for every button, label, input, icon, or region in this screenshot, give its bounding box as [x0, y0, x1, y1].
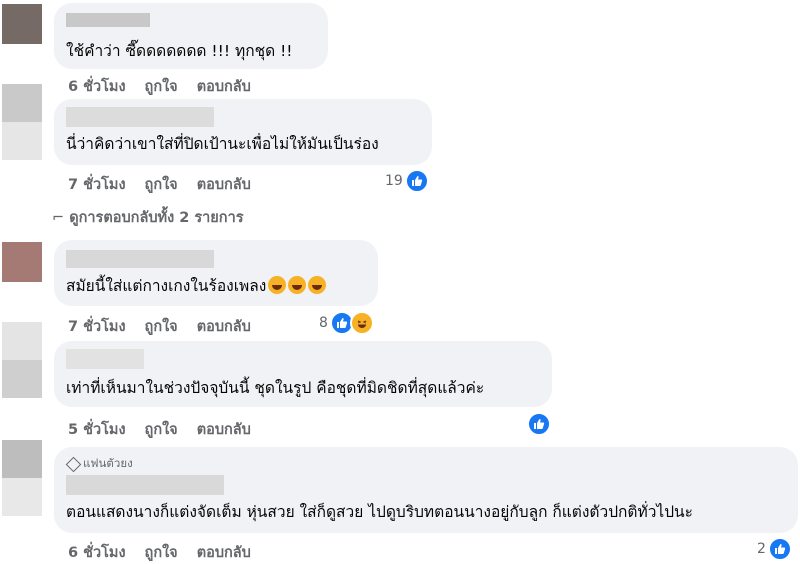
comment-actions: 7 ชั่วโมง ถูกใจ ตอบกลับ [68, 315, 251, 338]
avatar[interactable] [2, 322, 42, 398]
view-replies-label: ดูการตอบกลับทั้ง 2 รายการ [69, 210, 244, 226]
comment-bubble: แฟนตัวยง ตอนแสดงนางก็แต่งจัดเต็ม หุ่นสวย… [54, 447, 798, 533]
commenter-name-redacted[interactable] [66, 250, 214, 268]
rofl-emoji-icon [308, 276, 327, 294]
comment-time[interactable]: 6 ชั่วโมง [68, 541, 126, 564]
top-fan-badge: แฟนตัวยง [65, 455, 133, 473]
avatar[interactable] [2, 4, 42, 44]
comment-bubble: นี่ว่าคิดว่าเขาใส่ที่ปิดเป้านะเพื่อไม่ให… [54, 99, 432, 165]
commenter-name-redacted[interactable] [66, 349, 144, 369]
thumbs-up-icon [767, 537, 792, 561]
comment-actions: 6 ชั่วโมง ถูกใจ ตอบกลับ [68, 541, 251, 564]
commenter-name-redacted[interactable] [66, 475, 224, 495]
comment-actions: 5 ชั่วโมง ถูกใจ ตอบกลับ [68, 418, 251, 441]
comment-text-content: สมัยนี้ใส่แต่กางเกงในร้องเพลง [66, 277, 267, 295]
reply-arrow-icon: ⌐ [52, 210, 65, 226]
commenter-name-redacted[interactable] [66, 107, 214, 127]
avatar[interactable] [2, 242, 42, 282]
comment-text: ใช้คำว่า ซี๊ดดดดดดด !!! ทุกชุด !! [66, 42, 293, 60]
comment-actions: 6 ชั่วโมง ถูกใจ ตอบกลับ [68, 75, 251, 98]
reaction-count: 8 [319, 315, 328, 331]
comment-actions: 7 ชั่วโมง ถูกใจ ตอบกลับ [68, 173, 251, 196]
reaction-summary[interactable]: 8 [319, 311, 374, 335]
comment-text: สมัยนี้ใส่แต่กางเกงในร้องเพลง [66, 276, 327, 296]
like-button[interactable]: ถูกใจ [145, 541, 178, 564]
view-replies-link[interactable]: ⌐ ดูการตอบกลับทั้ง 2 รายการ [52, 206, 244, 229]
comment-text: เท่าที่เห็นมาในช่วงปัจจุบันนี้ ชุดในรูป … [66, 379, 485, 397]
comment-text: ตอนแสดงนางก็แต่งจัดเต็ม หุ่นสวย ใส่ก็ดูส… [66, 503, 693, 521]
like-button[interactable]: ถูกใจ [145, 75, 178, 98]
comment-time[interactable]: 7 ชั่วโมง [68, 173, 126, 196]
comment-text: นี่ว่าคิดว่าเขาใส่ที่ปิดเป้านะเพื่อไม่ให… [66, 135, 379, 153]
diamond-icon [65, 456, 82, 472]
thumbs-up-icon [404, 169, 429, 193]
avatar[interactable] [2, 440, 42, 516]
like-button[interactable]: ถูกใจ [145, 418, 178, 441]
rofl-emoji-icon [288, 276, 307, 294]
reply-button[interactable]: ตอบกลับ [197, 315, 251, 338]
comment-time[interactable]: 5 ชั่วโมง [68, 418, 126, 441]
reply-button[interactable]: ตอบกลับ [197, 75, 251, 98]
comment-bubble: เท่าที่เห็นมาในช่วงปัจจุบันนี้ ชุดในรูป … [54, 341, 552, 407]
thumbs-up-icon [527, 412, 551, 436]
commenter-name-redacted[interactable] [66, 13, 150, 27]
top-fan-label: แฟนตัวยง [83, 456, 133, 470]
comment-time[interactable]: 6 ชั่วโมง [68, 75, 126, 98]
comment-bubble: สมัยนี้ใส่แต่กางเกงในร้องเพลง [54, 240, 378, 306]
avatar[interactable] [2, 84, 42, 160]
comment-time[interactable]: 7 ชั่วโมง [68, 315, 126, 338]
reaction-count: 2 [757, 541, 766, 557]
reply-button[interactable]: ตอบกลับ [197, 541, 251, 564]
laughing-face-icon [349, 311, 374, 335]
reply-button[interactable]: ตอบกลับ [197, 173, 251, 196]
reply-button[interactable]: ตอบกลับ [197, 418, 251, 441]
reaction-count: 19 [385, 173, 403, 189]
like-button[interactable]: ถูกใจ [145, 173, 178, 196]
reaction-summary[interactable]: 2 [757, 537, 792, 561]
like-button[interactable]: ถูกใจ [145, 315, 178, 338]
reaction-summary[interactable] [527, 412, 551, 436]
reaction-summary[interactable]: 19 [385, 169, 429, 193]
rofl-emoji-icon [268, 276, 287, 294]
comment-bubble: ใช้คำว่า ซี๊ดดดดดดด !!! ทุกชุด !! [54, 3, 328, 69]
